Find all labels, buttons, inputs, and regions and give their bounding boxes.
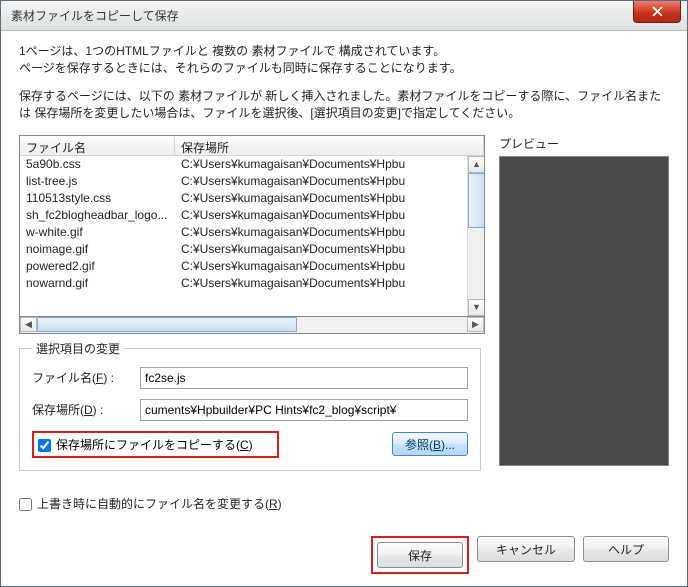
col-header-name[interactable]: ファイル名 — [20, 136, 175, 155]
location-input[interactable] — [140, 399, 468, 421]
dialog-window: 素材ファイルをコピーして保存 1ページは、1つのHTMLファイルと 複数の 素材… — [0, 0, 688, 587]
table-row[interactable]: sh_fc2blogheadbar_logo...C:¥Users¥kumaga… — [20, 207, 484, 224]
dialog-content: 1ページは、1つのHTMLファイルと 複数の 素材ファイルで 構成されています。… — [1, 31, 687, 586]
scroll-down-button[interactable]: ▼ — [468, 299, 485, 316]
table-header: ファイル名 保存場所 — [20, 136, 484, 156]
horizontal-scroll-thumb[interactable] — [37, 317, 297, 332]
preview-label: プレビュー — [499, 135, 669, 152]
middle-row: ファイル名 保存場所 5a90b.cssC:¥Users¥kumagaisan¥… — [19, 135, 669, 471]
table-row[interactable]: 110513style.cssC:¥Users¥kumagaisan¥Docum… — [20, 190, 484, 207]
copy-checkbox[interactable] — [38, 439, 51, 452]
table-row[interactable]: noimage.gifC:¥Users¥kumagaisan¥Documents… — [20, 241, 484, 258]
cell-filename: 110513style.css — [20, 190, 175, 207]
auto-rename-wrap[interactable]: 上書き時に自動的にファイル名を変更する(R) — [19, 495, 669, 512]
copy-checkbox-wrap[interactable]: 保存場所にファイルをコピーする(C) — [32, 431, 279, 458]
change-selection-group: 選択項目の変更 ファイル名(F) : 保存場所(D) : 保存場所にファイルをコ… — [19, 340, 481, 471]
cell-location: C:¥Users¥kumagaisan¥Documents¥Hpbu — [175, 224, 484, 241]
save-highlight: 保存 — [371, 536, 469, 574]
table-row[interactable]: list-tree.jsC:¥Users¥kumagaisan¥Document… — [20, 173, 484, 190]
col-header-location[interactable]: 保存場所 — [175, 136, 484, 155]
scroll-up-button[interactable]: ▲ — [468, 156, 485, 173]
table-body[interactable]: 5a90b.cssC:¥Users¥kumagaisan¥Documents¥H… — [20, 156, 484, 298]
cell-filename: noimage.gif — [20, 241, 175, 258]
cell-location: C:¥Users¥kumagaisan¥Documents¥Hpbu — [175, 156, 484, 173]
button-row: 保存 キャンセル ヘルプ — [19, 536, 669, 574]
location-label: 保存場所(D) : — [32, 401, 140, 418]
cell-location: C:¥Users¥kumagaisan¥Documents¥Hpbu — [175, 173, 484, 190]
cell-location: C:¥Users¥kumagaisan¥Documents¥Hpbu — [175, 258, 484, 275]
file-table: ファイル名 保存場所 5a90b.cssC:¥Users¥kumagaisan¥… — [19, 135, 485, 317]
horizontal-scrollbar[interactable]: ◀ ▶ — [19, 317, 485, 334]
filename-row: ファイル名(F) : — [32, 367, 468, 389]
file-table-wrap: ファイル名 保存場所 5a90b.cssC:¥Users¥kumagaisan¥… — [19, 135, 485, 471]
cell-filename: nowarnd.gif — [20, 275, 175, 292]
close-button[interactable] — [633, 1, 681, 23]
table-row[interactable]: w-white.gifC:¥Users¥kumagaisan¥Documents… — [20, 224, 484, 241]
preview-box — [499, 156, 669, 466]
preview-group: プレビュー — [499, 135, 669, 471]
titlebar: 素材ファイルをコピーして保存 — [1, 1, 687, 31]
horizontal-scroll-track[interactable] — [37, 317, 467, 333]
save-button[interactable]: 保存 — [377, 542, 463, 568]
cell-filename: powered2.gif — [20, 258, 175, 275]
filename-input[interactable] — [140, 367, 468, 389]
auto-rename-checkbox[interactable] — [19, 498, 32, 511]
cell-filename: 5a90b.css — [20, 156, 175, 173]
cancel-button[interactable]: キャンセル — [477, 536, 575, 562]
copy-row: 保存場所にファイルをコピーする(C) 参照(B)... — [32, 431, 468, 458]
table-row[interactable]: 5a90b.cssC:¥Users¥kumagaisan¥Documents¥H… — [20, 156, 484, 173]
cell-location: C:¥Users¥kumagaisan¥Documents¥Hpbu — [175, 190, 484, 207]
vertical-scroll-thumb[interactable] — [468, 173, 485, 228]
table-row[interactable]: powered2.gifC:¥Users¥kumagaisan¥Document… — [20, 258, 484, 275]
scroll-left-button[interactable]: ◀ — [20, 317, 37, 332]
description-text: 保存するページには、以下の 素材ファイルが 新しく挿入されました。素材ファイルを… — [19, 88, 669, 123]
cell-filename: sh_fc2blogheadbar_logo... — [20, 207, 175, 224]
cell-location: C:¥Users¥kumagaisan¥Documents¥Hpbu — [175, 241, 484, 258]
intro-line2: ページを保存するときには、それらのファイルも同時に保存することになります。 — [19, 60, 669, 77]
cell-location: C:¥Users¥kumagaisan¥Documents¥Hpbu — [175, 275, 484, 292]
copy-checkbox-label: 保存場所にファイルをコピーする(C) — [56, 436, 253, 453]
location-row: 保存場所(D) : — [32, 399, 468, 421]
cell-filename: w-white.gif — [20, 224, 175, 241]
cell-filename: list-tree.js — [20, 173, 175, 190]
auto-rename-label: 上書き時に自動的にファイル名を変更する(R) — [37, 495, 282, 512]
window-title: 素材ファイルをコピーして保存 — [11, 7, 633, 24]
intro-line1: 1ページは、1つのHTMLファイルと 複数の 素材ファイルで 構成されています。 — [19, 43, 669, 60]
table-row[interactable]: nowarnd.gifC:¥Users¥kumagaisan¥Documents… — [20, 275, 484, 292]
cell-location: C:¥Users¥kumagaisan¥Documents¥Hpbu — [175, 207, 484, 224]
vertical-scrollbar[interactable]: ▲ ▼ — [467, 156, 484, 316]
browse-button[interactable]: 参照(B)... — [392, 432, 468, 456]
scroll-right-button[interactable]: ▶ — [467, 317, 484, 332]
filename-label: ファイル名(F) : — [32, 369, 140, 386]
close-icon — [652, 6, 663, 17]
change-legend: 選択項目の変更 — [32, 340, 124, 357]
intro-text: 1ページは、1つのHTMLファイルと 複数の 素材ファイルで 構成されています。… — [19, 43, 669, 78]
help-button[interactable]: ヘルプ — [583, 536, 669, 562]
